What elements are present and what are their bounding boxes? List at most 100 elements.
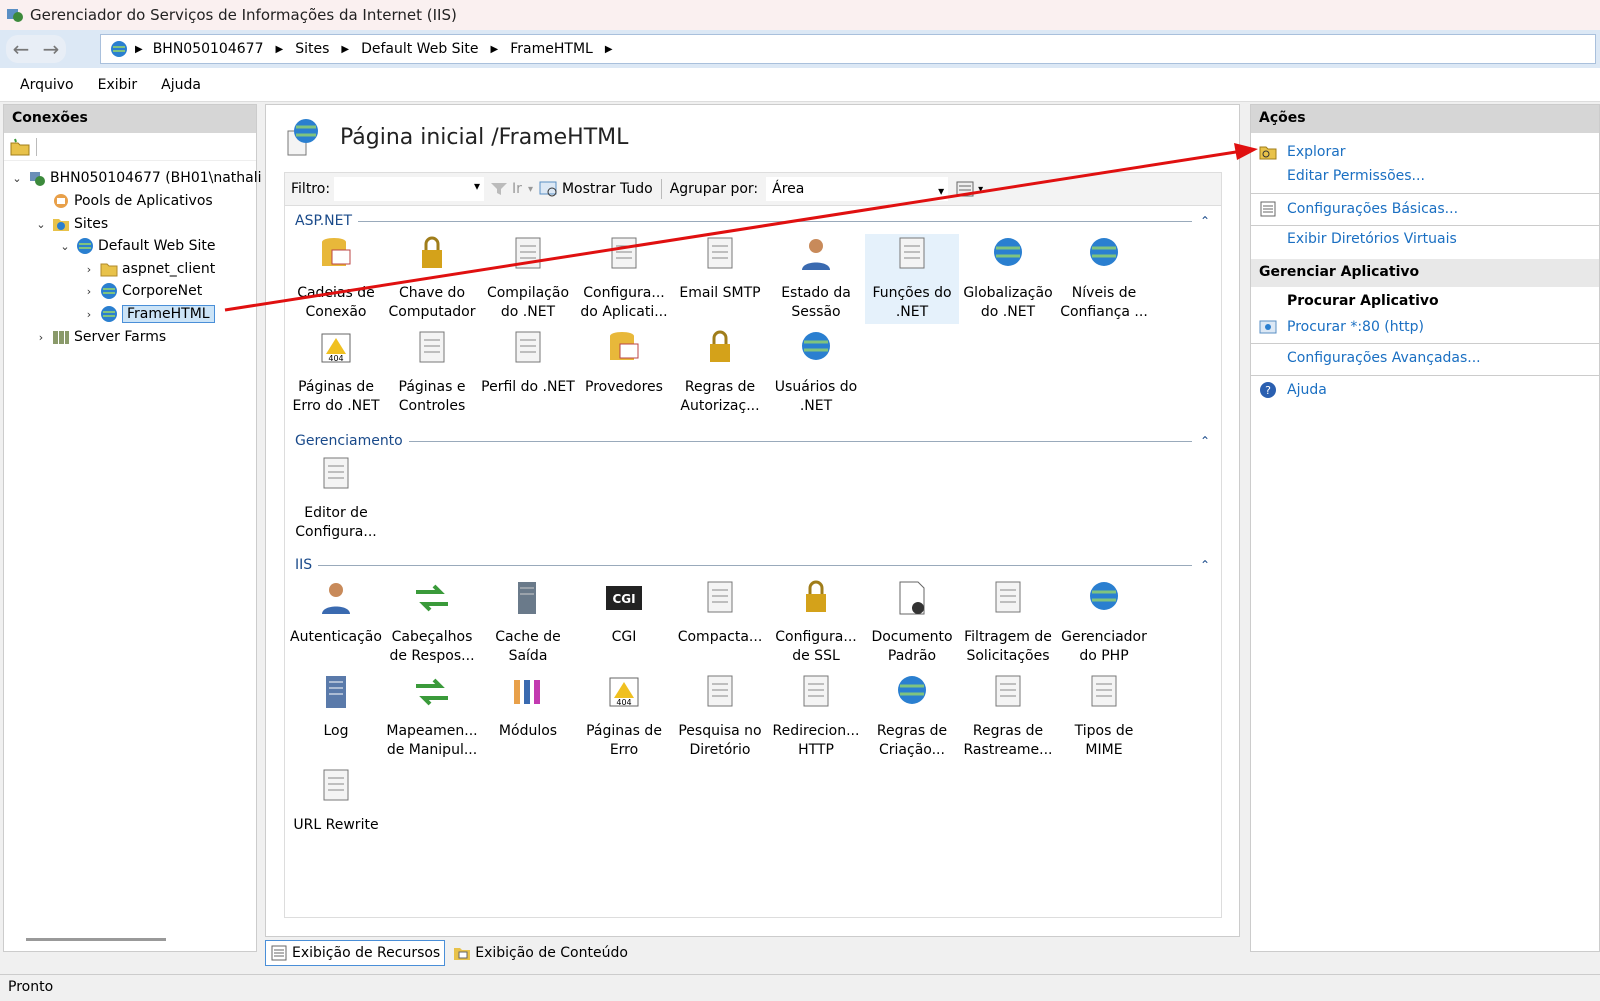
section-header[interactable]: Gerenciamento ⌃ <box>295 430 1210 452</box>
site-home-icon <box>287 119 318 156</box>
feature-label-line2: Computador <box>388 304 476 320</box>
tab-content-view[interactable]: Exibição de Conteúdo <box>449 940 632 966</box>
feature-item[interactable]: Módulos <box>481 672 575 762</box>
feature-item[interactable]: Configura... do Aplicati... <box>577 234 671 324</box>
crumb-default-site[interactable]: Default Web Site ▶ <box>361 41 498 57</box>
globe-icon <box>111 41 127 57</box>
chevron-up-icon[interactable]: ⌃ <box>1200 434 1210 448</box>
chevron-up-icon[interactable]: ⌃ <box>1200 214 1210 228</box>
feature-item[interactable]: Regras de Rastreame... <box>961 672 1055 762</box>
tree-node-aspnet-client[interactable]: › aspnet_client <box>82 258 215 280</box>
tree-node-app-pools[interactable]: Pools de Aplicativos <box>52 190 213 212</box>
feature-item[interactable]: Compilação do .NET <box>481 234 575 324</box>
tree-node-sites[interactable]: ⌄ Sites <box>34 213 108 235</box>
feature-label: Autenticação <box>290 629 382 645</box>
feature-item[interactable]: 404 Páginas de Erro do .NET <box>289 328 383 418</box>
tree-node-server-farms[interactable]: › Server Farms <box>34 326 166 348</box>
feature-item[interactable]: Provedores <box>577 328 671 418</box>
chevron-down-icon[interactable]: ⌄ <box>34 218 48 231</box>
basic-settings-link[interactable]: Configurações Básicas... <box>1259 200 1458 218</box>
chevron-right-icon[interactable]: › <box>82 308 96 321</box>
title-bar: Gerenciador do Serviços de Informações d… <box>0 0 1600 30</box>
feature-item[interactable]: Chave do Computador <box>385 234 479 324</box>
view-mode-icon[interactable] <box>956 180 978 198</box>
tree-node-server[interactable]: ⌄ BHN050104677 (BH01\nathali <box>10 167 262 189</box>
address-bar: ← → ▶ BHN050104677 ▶ Sites ▶ Default Web S… <box>0 30 1600 68</box>
feature-item[interactable]: Globalização do .NET <box>961 234 1055 324</box>
feature-item[interactable]: Autenticação <box>289 578 383 668</box>
go-button[interactable]: Ir <box>512 181 522 197</box>
view-virtual-dirs-link[interactable]: Exibir Diretórios Virtuais <box>1259 231 1457 247</box>
section-header[interactable]: ASP.NET ⌃ <box>295 210 1210 232</box>
go-icon[interactable] <box>490 181 508 197</box>
tab-features-view[interactable]: Exibição de Recursos <box>265 940 446 966</box>
feature-item[interactable]: Páginas e Controles <box>385 328 479 418</box>
chevron-right-icon[interactable]: › <box>82 285 96 298</box>
feature-item[interactable]: Tipos de MIME <box>1057 672 1151 762</box>
menu-arquivo[interactable]: Arquivo <box>20 77 74 93</box>
feature-item[interactable]: Filtragem de Solicitações <box>961 578 1055 668</box>
feature-item[interactable]: Funções do .NET <box>865 234 959 324</box>
new-connection-icon[interactable] <box>10 138 30 156</box>
menu-exibir[interactable]: Exibir <box>98 77 138 93</box>
content-view-icon <box>454 948 471 960</box>
feature-item[interactable]: Pesquisa no Diretório <box>673 672 767 762</box>
horizontal-scrollbar[interactable] <box>26 938 166 941</box>
filter-input[interactable] <box>334 177 485 201</box>
back-button[interactable]: ← <box>6 35 36 63</box>
cgi-icon: CGI <box>606 586 642 610</box>
feature-item[interactable]: Cadeias de Conexão <box>289 234 383 324</box>
chevron-down-icon[interactable]: ⌄ <box>58 240 72 253</box>
chevron-right-icon[interactable]: › <box>82 263 96 276</box>
tree-node-corporenet[interactable]: › CorporeNet <box>82 280 202 302</box>
feature-item[interactable]: 404 Páginas de Erro <box>577 672 671 762</box>
feature-item[interactable]: Editor de Configura... <box>289 454 383 544</box>
chevron-down-icon[interactable]: ▾ <box>978 184 983 195</box>
browse-http-link[interactable]: Procurar *:80 (http) <box>1259 318 1424 336</box>
feature-item[interactable]: Regras de Autorizaç... <box>673 328 767 418</box>
edit-permissions-link[interactable]: Editar Permissões... <box>1259 168 1425 184</box>
help-link[interactable]: ? Ajuda <box>1259 381 1327 399</box>
menu-ajuda[interactable]: Ajuda <box>161 77 201 93</box>
forward-button[interactable]: → <box>36 35 66 63</box>
tree-node-default-site[interactable]: ⌄ Default Web Site <box>58 235 215 257</box>
feature-label: Regras de <box>876 723 948 739</box>
feature-item[interactable]: CGI CGI <box>577 578 671 668</box>
feature-item[interactable]: Configura... de SSL <box>769 578 863 668</box>
feature-item[interactable]: Documento Padrão <box>865 578 959 668</box>
feature-item[interactable]: Cache de Saída <box>481 578 575 668</box>
chevron-right-icon[interactable]: › <box>34 331 48 344</box>
feature-item[interactable]: Cabeçalhos de Respos... <box>385 578 479 668</box>
feature-item[interactable]: Perfil do .NET <box>481 328 575 418</box>
feature-item[interactable]: Compacta... <box>673 578 767 668</box>
feature-label: Funções do <box>872 285 952 301</box>
crumb-sites[interactable]: Sites ▶ <box>295 41 349 57</box>
advanced-settings-link[interactable]: Configurações Avançadas... <box>1259 350 1481 366</box>
crumb-framehtml[interactable]: FrameHTML ▶ <box>510 41 612 57</box>
breadcrumb[interactable]: ▶ BHN050104677 ▶ Sites ▶ Default Web Site ▶… <box>100 34 1596 64</box>
section-header[interactable]: IIS ⌃ <box>295 554 1210 576</box>
explore-link[interactable]: Explorar <box>1259 143 1346 161</box>
show-all-button[interactable]: Mostrar Tudo <box>562 181 653 197</box>
feature-item[interactable]: Gerenciador do PHP <box>1057 578 1151 668</box>
feature-item[interactable]: Log <box>289 672 383 762</box>
chevron-down-icon[interactable]: ⌄ <box>10 172 24 185</box>
chevron-down-icon[interactable]: ▾ <box>528 184 533 195</box>
feature-item[interactable]: Níveis de Confiança ... <box>1057 234 1151 324</box>
feature-label: Configura... <box>775 629 857 645</box>
feature-item[interactable]: Estado da Sessão <box>769 234 863 324</box>
group-by-select[interactable]: Área <box>766 177 949 203</box>
feature-item[interactable]: Email SMTP <box>673 234 767 324</box>
chevron-up-icon[interactable]: ⌃ <box>1200 558 1210 572</box>
actions-divider <box>1251 375 1599 376</box>
crumb-server[interactable]: BHN050104677 ▶ <box>153 41 283 57</box>
feature-item[interactable]: Mapeamen... de Manipul... <box>385 672 479 762</box>
manage-app-heading: Gerenciar Aplicativo <box>1251 259 1599 287</box>
feature-label: URL Rewrite <box>293 817 379 833</box>
tree-node-framehtml[interactable]: › FrameHTML <box>82 303 215 325</box>
svg-text:CGI: CGI <box>612 592 635 606</box>
feature-item[interactable]: URL Rewrite <box>289 766 383 856</box>
feature-item[interactable]: Regras de Criação... <box>865 672 959 762</box>
feature-item[interactable]: Redirecion... HTTP <box>769 672 863 762</box>
feature-item[interactable]: Usuários do .NET <box>769 328 863 418</box>
